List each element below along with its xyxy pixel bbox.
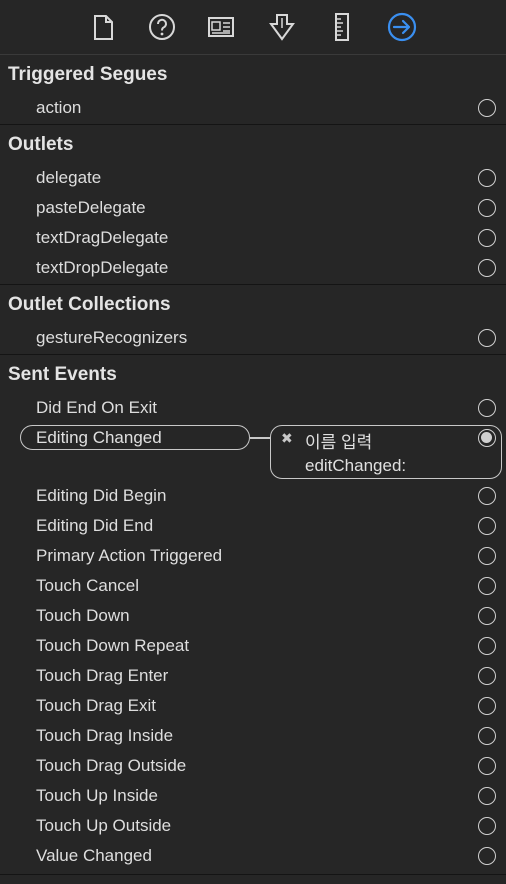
connection-circle[interactable] — [478, 667, 496, 685]
connection-circle[interactable] — [478, 637, 496, 655]
connection-circle[interactable] — [478, 727, 496, 745]
event-row-label: Touch Down — [36, 606, 130, 625]
section-divider — [0, 124, 506, 125]
connection-circle[interactable] — [478, 697, 496, 715]
event-row-label: Primary Action Triggered — [36, 546, 223, 565]
connection-circle[interactable] — [478, 817, 496, 835]
attributes-inspector-icon[interactable] — [265, 10, 299, 44]
outlet-row-label: textDragDelegate — [36, 228, 169, 247]
section-divider — [0, 354, 506, 355]
connection-circle[interactable] — [478, 607, 496, 625]
connection-circle[interactable] — [478, 517, 496, 535]
connection-circle[interactable] — [478, 229, 496, 247]
event-row-label: Did End On Exit — [36, 398, 157, 417]
remove-connection-icon[interactable]: ✖ — [281, 430, 293, 447]
connection-circle[interactable] — [478, 487, 496, 505]
help-icon[interactable] — [145, 10, 179, 44]
outlet-row-label: pasteDelegate — [36, 198, 146, 217]
section-divider — [0, 874, 506, 875]
outlet-row-label: delegate — [36, 168, 102, 187]
connection-circle[interactable] — [478, 329, 496, 347]
connection-circle[interactable] — [478, 757, 496, 775]
event-row-label: Touch Cancel — [36, 576, 140, 595]
event-row-label: Touch Down Repeat — [36, 636, 190, 655]
connection-action-name: editChanged: — [305, 456, 407, 475]
connection-circle-filled[interactable] — [478, 429, 496, 447]
inspector-toolbar — [0, 0, 506, 55]
connection-circle[interactable] — [478, 199, 496, 217]
section-header-outlet-collections: Outlet Collections — [8, 294, 171, 315]
section-header-sent-events: Sent Events — [8, 364, 117, 385]
connection-circle[interactable] — [478, 547, 496, 565]
identity-inspector-icon[interactable] — [204, 10, 238, 44]
event-row-label: Editing Did End — [36, 516, 154, 535]
connected-event-pill[interactable]: Editing Changed — [20, 425, 250, 450]
connection-circle[interactable] — [478, 169, 496, 187]
connection-circle[interactable] — [478, 577, 496, 595]
outlet-row-label: action — [36, 98, 82, 117]
connection-circle[interactable] — [478, 847, 496, 865]
event-row-label: Touch Drag Inside — [36, 726, 174, 745]
size-inspector-icon[interactable] — [325, 10, 359, 44]
event-row-label: Editing Did Begin — [36, 486, 167, 505]
connection-circle[interactable] — [478, 259, 496, 277]
file-inspector-icon[interactable] — [86, 10, 120, 44]
outlet-row-label: textDropDelegate — [36, 258, 169, 277]
event-row-label: Touch Drag Exit — [36, 696, 156, 715]
connection-circle[interactable] — [478, 399, 496, 417]
section-header-outlets: Outlets — [8, 134, 74, 155]
outlet-row-label: gestureRecognizers — [36, 328, 188, 347]
section-divider — [0, 284, 506, 285]
event-row-label: Touch Up Outside — [36, 816, 172, 835]
connection-target-box: ✖ 이름 입력 editChanged: — [270, 425, 502, 479]
section-header-triggered-segues: Triggered Segues — [8, 64, 168, 85]
connection-line — [250, 437, 271, 439]
event-row-label: Editing Changed — [36, 428, 162, 447]
event-row-label: Touch Drag Outside — [36, 756, 187, 775]
event-row-label: Touch Drag Enter — [36, 666, 169, 685]
connection-target-name: 이름 입력 — [305, 433, 373, 452]
connection-circle[interactable] — [478, 787, 496, 805]
event-row-label: Value Changed — [36, 846, 152, 865]
connection-circle[interactable] — [478, 99, 496, 117]
connections-inspector-icon[interactable] — [385, 10, 419, 44]
event-row-label: Touch Up Inside — [36, 786, 158, 805]
